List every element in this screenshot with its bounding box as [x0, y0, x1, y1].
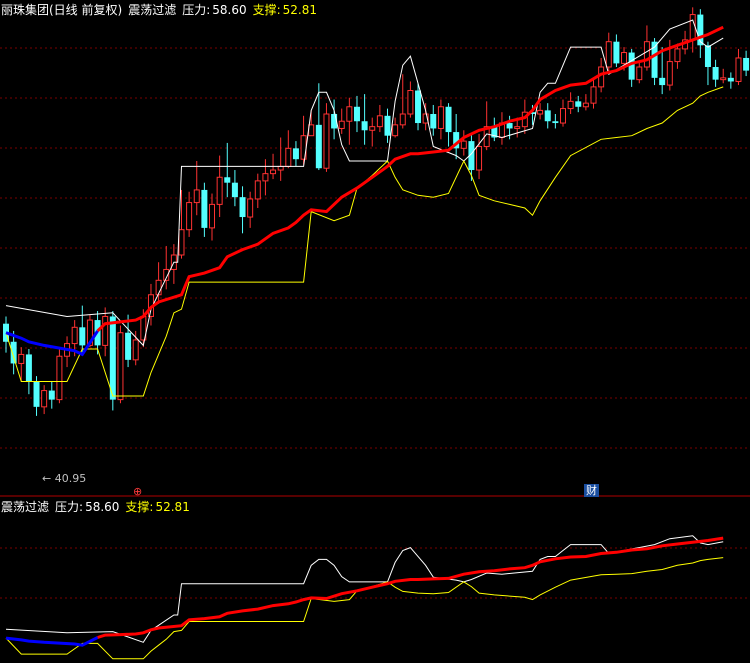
candle-body-down [506, 123, 513, 129]
candle-body-up [407, 90, 414, 115]
candle-body-down [353, 106, 360, 122]
candle-body-up [689, 14, 696, 41]
candle-body-up [369, 126, 376, 131]
candle-body-up [392, 124, 399, 137]
candle-body-up [399, 113, 406, 126]
candle-body-up [71, 326, 78, 345]
candle-body-down [10, 341, 17, 364]
candle-body-up [559, 108, 566, 124]
candle-body-up [178, 229, 185, 256]
support-value: 52.81 [282, 3, 318, 17]
candle-body-down [628, 52, 635, 80]
candle-body-up [247, 198, 254, 218]
candle-body-down [704, 45, 711, 67]
candle-body-up [323, 113, 330, 169]
finance-badge[interactable]: 财 [584, 484, 599, 497]
candle-body-down [613, 41, 620, 64]
candle-body-up [254, 180, 261, 200]
chart-window: 丽珠集团(日线 前复权) 震荡过滤 压力: 58.60 支撑: 52.81 震荡过滤 压力:… [0, 0, 750, 663]
candle-body-up [735, 57, 742, 82]
candle-body-up [262, 173, 269, 182]
candle-body-down [659, 77, 666, 86]
sub-trend-line-down [5, 636, 99, 647]
candle-body-up [102, 315, 109, 346]
sub-support-value: 52.81 [155, 500, 190, 514]
candle-body-up [582, 102, 589, 108]
candle-body-up [537, 109, 544, 115]
candle-body-down [239, 197, 246, 218]
pressure-value: 58.60 [212, 3, 247, 17]
candle-body-up [56, 355, 63, 401]
candle-body-down [712, 67, 719, 80]
sub-pressure-label: 压力: [55, 500, 84, 514]
candle-body-up [18, 353, 25, 364]
sub-header: 震荡过滤 压力: 58.60 支撑: 52.81 [1, 500, 196, 514]
candle-body-up [437, 106, 444, 129]
pressure-label: 压力: [182, 3, 211, 17]
candle-body-up [270, 169, 277, 175]
candle-body-up [132, 339, 139, 361]
candle-body-down [25, 354, 32, 382]
candle-body-up [209, 203, 216, 229]
candle-body-up [567, 100, 574, 110]
candle-body-up [460, 140, 467, 149]
candle-body-down [727, 77, 734, 82]
sub-support-line [5, 557, 724, 660]
candle-body-down [33, 381, 40, 407]
candle-body-up [621, 52, 628, 64]
candle-body-up [41, 390, 48, 408]
candle-body-up [216, 176, 223, 205]
candle-body-down [430, 114, 437, 129]
candle-body-up [285, 147, 292, 167]
sub-indicator-name: 震荡过滤 [1, 500, 50, 514]
support-label: 支撑: [252, 3, 281, 17]
low-price-marker: ← 40.95 [42, 472, 87, 485]
candle-body-up [514, 126, 521, 129]
stock-title: 丽珠集团(日线 前复权) [1, 3, 123, 17]
price-chart[interactable] [0, 0, 750, 663]
candle-body-down [743, 57, 750, 71]
candle-body-up [643, 41, 650, 68]
candle-body-up [186, 202, 193, 231]
candle-body-down [544, 110, 551, 122]
candle-body-down [384, 115, 391, 136]
candle-body-down [224, 177, 231, 183]
candle-body-up [476, 146, 483, 171]
candle-body-down [109, 316, 116, 400]
candle-body-down [292, 148, 299, 160]
candle-body-up [376, 115, 383, 128]
sub-trend-line-up [97, 536, 724, 639]
candle-body-up [338, 120, 345, 129]
candle-body-down [361, 121, 368, 131]
candle-body-up [636, 66, 643, 81]
indicator-name: 震荡过滤 [128, 3, 177, 17]
candle-body-down [125, 332, 132, 360]
event-marker-icon[interactable]: ⊕ [131, 485, 144, 498]
candle-body-down [231, 182, 238, 198]
candle-body-up [117, 332, 124, 401]
sub-support-label: 支撑: [125, 500, 154, 514]
sub-pressure-value: 58.60 [85, 500, 120, 514]
candle-body-down [445, 106, 452, 133]
candle-body-up [346, 106, 353, 122]
candle-body-up [193, 189, 200, 204]
candle-body-up [720, 77, 727, 81]
candle-body-down [79, 327, 86, 346]
candle-body-up [590, 86, 597, 104]
candle-body-up [277, 165, 284, 171]
candle-body-up [666, 61, 673, 86]
candle-body-up [674, 48, 681, 63]
candle-body-down [315, 124, 322, 169]
candle-body-down [201, 189, 208, 228]
main-header: 丽珠集团(日线 前复权) 震荡过滤 压力: 58.60 支撑: 52.81 [1, 3, 323, 17]
candle-body-up [605, 41, 612, 68]
candle-body-down [415, 90, 422, 124]
candle-body-down [552, 121, 559, 124]
candle-body-down [575, 101, 582, 107]
candle-body-down [48, 390, 55, 400]
